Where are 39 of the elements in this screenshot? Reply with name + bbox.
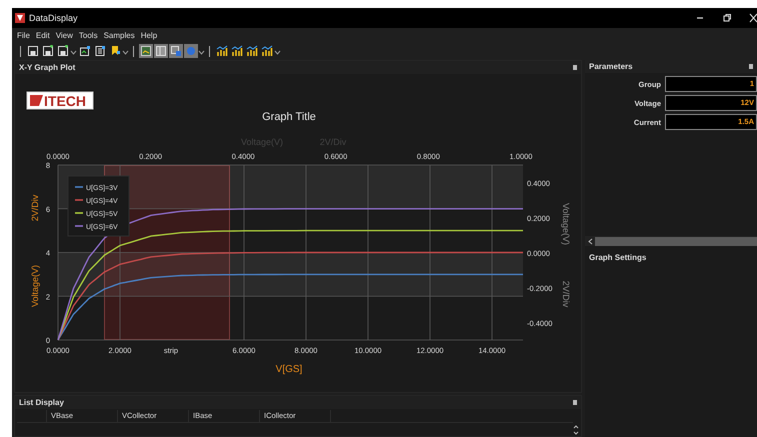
cursor-icon[interactable]	[168, 44, 182, 58]
scroll-left-icon[interactable]	[588, 238, 593, 244]
chart-icon[interactable]	[138, 44, 152, 58]
save-icon[interactable]	[26, 44, 40, 58]
panel-title: Parameters	[589, 62, 634, 71]
scrollbar-thumb[interactable]	[595, 236, 757, 246]
menu-item[interactable]: Tools	[78, 30, 98, 40]
bar-chart-icon[interactable]	[214, 44, 228, 58]
panel-title: Graph Settings	[589, 253, 648, 262]
save-plus-icon[interactable]	[56, 44, 70, 58]
menu-item[interactable]: Help	[140, 30, 158, 40]
axis-title: Voltage(V)	[561, 202, 571, 246]
menu-item[interactable]: Edit	[36, 30, 50, 40]
scroll-arrows-icon[interactable]	[573, 424, 579, 436]
axis-unit: 2V/Div	[561, 280, 571, 308]
horizontal-scrollbar[interactable]	[585, 236, 757, 246]
axis-title: V[GS]	[276, 364, 302, 375]
chart-title: Graph Title	[262, 111, 316, 123]
window-title: DataDisplay	[29, 13, 78, 23]
menu-item[interactable]: Samples	[104, 30, 135, 40]
axis-unit: 2V/Div	[30, 194, 40, 222]
document-icon[interactable]	[92, 44, 106, 58]
save-plus-icon[interactable]	[40, 44, 54, 58]
export-icon[interactable]	[78, 44, 92, 58]
bar-chart-icon[interactable]	[260, 44, 274, 58]
bar-chart-icon[interactable]	[244, 44, 258, 58]
close-icon[interactable]	[749, 13, 757, 23]
menu-item[interactable]: File	[17, 30, 30, 40]
menu-item[interactable]: View	[56, 30, 73, 40]
panel-title: List Display	[19, 398, 65, 407]
logo: ITECH	[26, 92, 94, 110]
bar-chart-icon[interactable]	[230, 44, 244, 58]
axis-title: Voltage(V)	[30, 264, 40, 308]
panel-icon[interactable]	[154, 44, 168, 58]
restore-icon[interactable]	[722, 13, 732, 23]
app-icon	[15, 13, 25, 23]
panel-title: X-Y Graph Plot	[19, 63, 76, 72]
dot-icon[interactable]	[184, 44, 198, 58]
legend-panel	[68, 176, 130, 236]
